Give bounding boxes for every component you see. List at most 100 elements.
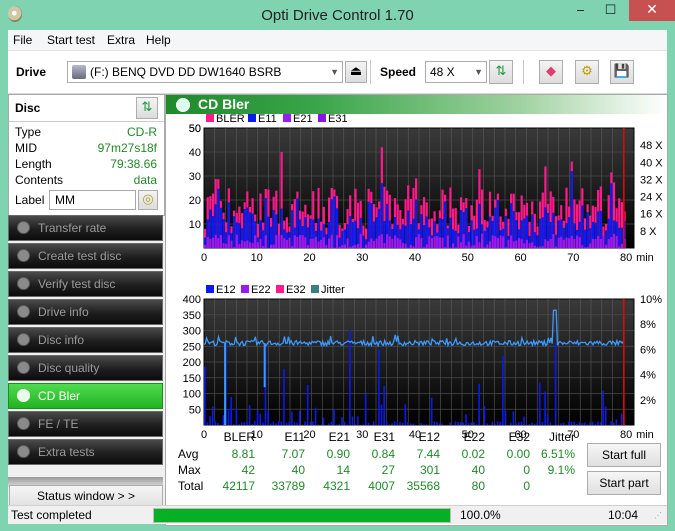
e12-bar [491,421,494,425]
e12-bar [275,423,277,425]
e12-bar [430,397,433,425]
e11-bar [504,215,507,248]
nav-item-cd-bler[interactable]: CD Bler [8,383,163,409]
e21-bar [473,245,476,248]
field-key: Type [15,125,42,139]
floppy-disk-icon: 💾 [613,64,631,79]
drive-select[interactable]: (F:) BENQ DVD DD DW1640 BSRB ▼ [67,61,343,83]
menu-file[interactable]: File [13,33,32,47]
e21-bar [523,243,526,248]
y-tick-label: 200 [183,357,201,369]
e21-bar [488,241,492,248]
nav-item-create-test-disc[interactable]: Create test disc [8,243,163,269]
refresh-button[interactable]: ⇅ [489,60,513,84]
disc-label-button[interactable]: ◎ [138,190,158,210]
e12-bar [349,330,351,425]
e21-bar [591,238,594,248]
speed-select[interactable]: 48 X ▼ [425,61,487,83]
toolbar: Drive (F:) BENQ DVD DD DW1640 BSRB ▼ ⏏ S… [8,51,667,94]
settings-button[interactable]: ⚙ [575,60,599,84]
stats-cell: 0 [523,479,530,493]
e11-bar [272,209,275,248]
status-window-button[interactable]: Status window > > [9,485,163,507]
e12-bar [283,369,285,425]
e21-bar [248,242,252,248]
nav-item-label: Verify test disc [38,277,116,291]
eject-button[interactable]: ⏏ [345,61,367,83]
nav-item-label: Extra tests [38,445,95,459]
e21-bar [272,244,275,248]
e12-bar [401,422,404,425]
e21-bar [430,238,434,248]
e11-bar [554,234,558,248]
menu-start-test[interactable]: Start test [47,33,95,47]
legend-swatch [241,285,249,293]
e12-bar [544,391,546,425]
start-part-button[interactable]: Start part [587,471,661,495]
e11-bar [349,215,352,248]
x-tick-label: 30 [356,252,368,264]
e12-bar [372,421,375,425]
e21-bar [354,244,357,248]
e21-bar [575,235,579,248]
erase-button[interactable]: ◆ [539,60,563,84]
e12-bar [578,422,581,425]
disc-header: Disc ⇅ [9,95,164,122]
e12-bar [620,413,623,425]
e21-bar [541,246,544,248]
e11-bar [541,217,544,248]
nav-item-verify-test-disc[interactable]: Verify test disc [8,271,163,297]
cd-icon: ◎ [142,192,154,207]
start-full-button[interactable]: Start full [587,443,661,467]
disc-refresh-button[interactable]: ⇅ [136,97,158,119]
menu-extra[interactable]: Extra [107,33,135,47]
e21-bar [222,243,225,248]
e11-bar [422,225,426,248]
menu-bar: File Start test Extra Help [8,30,667,51]
e12-bar [409,423,412,425]
e21-bar [425,244,428,248]
e21-bar [562,239,565,248]
e21-bar [401,243,405,248]
nav-item-drive-info[interactable]: Drive info [8,299,163,325]
nav-item-label: FE / TE [38,417,79,431]
disc-type-row: Type CD-R [15,125,157,141]
e21-bar [507,239,510,248]
e12-bar [367,422,370,425]
stats-cell: 6.51% [540,447,575,461]
e21-bar [211,237,215,248]
nav-item-extra-tests[interactable]: Extra tests [8,439,163,465]
e21-bar [370,238,373,248]
minimize-button[interactable]: ‒ [567,0,594,21]
stats-cell: 0.90 [326,447,350,461]
nav-item-disc-quality[interactable]: Disc quality [8,355,163,381]
e12-bar [335,424,338,425]
e11-bar [583,229,587,248]
resize-grip-icon[interactable]: ⋰ [654,511,662,520]
e11-bar [407,210,410,248]
e21-bar [325,245,328,248]
nav-item-transfer-rate[interactable]: Transfer rate [8,215,163,241]
disc-label-input[interactable]: MM [49,190,136,210]
e21-bar [462,234,465,248]
menu-help[interactable]: Help [146,33,171,47]
e12-bar [554,343,557,425]
legend-label: E31 [328,114,348,125]
disc-test-icon [17,389,30,402]
e21-bar [283,238,286,248]
nav-item-fe-te[interactable]: FE / TE [8,411,163,437]
e12-bar [267,411,269,425]
nav-item-disc-info[interactable]: Disc info [8,327,163,353]
close-button[interactable]: ✕ [629,0,675,21]
e21-bar [607,239,610,248]
nav-item-label: CD Bler [38,389,81,403]
e12-bar [483,406,486,425]
y-tick-label: 50 [189,123,201,135]
e21-bar [214,234,217,248]
e21-bar [570,235,573,248]
field-key: Length [15,157,52,171]
e21-bar [444,247,447,248]
save-button[interactable]: 💾 [610,60,634,84]
e21-bar [602,235,605,248]
maximize-button[interactable]: ☐ [597,0,624,21]
